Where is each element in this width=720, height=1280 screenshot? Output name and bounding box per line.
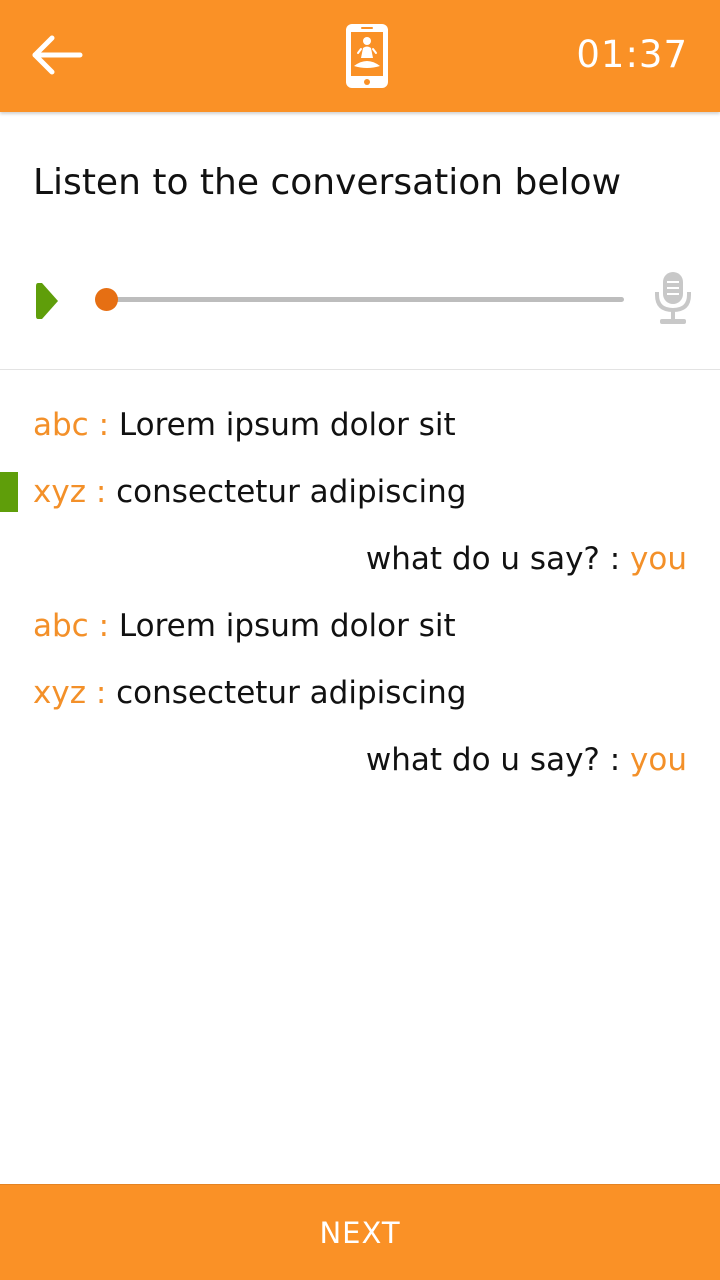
app-header: 01:37 [0, 0, 720, 112]
instruction-heading: Listen to the conversation below [33, 162, 622, 203]
dialogue-text: consectetur adipiscing [116, 675, 467, 711]
section-divider [0, 369, 720, 370]
play-button[interactable] [34, 280, 60, 322]
speaker-separator: : [85, 675, 117, 711]
speaker-name: abc [33, 407, 89, 443]
speaker-separator: : [599, 541, 631, 577]
speaker-name: xyz [33, 474, 86, 510]
speaker-name: you [630, 742, 687, 778]
dialogue-text: what do u say? [365, 742, 600, 778]
conversation-line: xyz : consectetur adipiscing [0, 459, 720, 526]
speaker-separator: : [88, 407, 119, 443]
dialogue-text: Lorem ipsum dolor sit [118, 407, 456, 443]
audio-progress-track[interactable] [106, 297, 624, 302]
audio-player [0, 260, 720, 340]
conversation-line: what do u say? : you [0, 727, 720, 794]
speaker-name: abc [33, 608, 89, 644]
arrow-left-icon [32, 35, 83, 75]
speaker-name: you [630, 541, 687, 577]
back-button[interactable] [22, 28, 90, 84]
dialogue-text: what do u say? [365, 541, 600, 577]
audio-progress-thumb[interactable] [95, 288, 118, 311]
play-icon [36, 283, 58, 319]
dialogue-text: Lorem ipsum dolor sit [118, 608, 456, 644]
speaker-name: xyz [33, 675, 86, 711]
conversation-line: xyz : consectetur adipiscing [0, 660, 720, 727]
microphone-button[interactable] [654, 270, 692, 326]
phone-meditation-icon [344, 22, 390, 90]
timer-display: 01:37 [576, 33, 688, 76]
speaker-separator: : [599, 742, 631, 778]
conversation-line: abc : Lorem ipsum dolor sit [0, 392, 720, 459]
conversation-line: what do u say? : you [0, 526, 720, 593]
microphone-icon [655, 272, 691, 324]
conversation-transcript: abc : Lorem ipsum dolor sit xyz : consect… [0, 392, 720, 794]
dialogue-text: consectetur adipiscing [116, 474, 467, 510]
speaker-separator: : [85, 474, 117, 510]
speaker-separator: : [88, 608, 119, 644]
conversation-line: abc : Lorem ipsum dolor sit [0, 593, 720, 660]
current-line-marker [0, 472, 18, 512]
next-button[interactable]: NEXT [0, 1184, 720, 1280]
